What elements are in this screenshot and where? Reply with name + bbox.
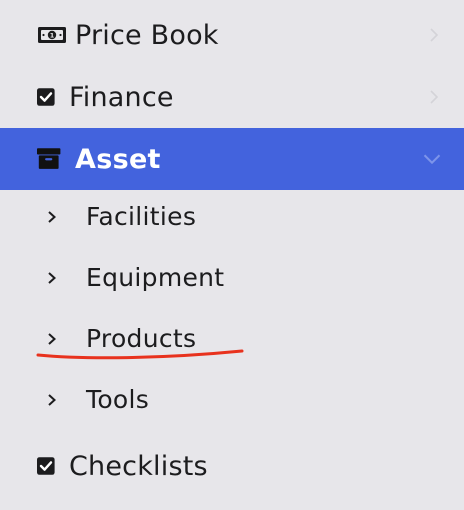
checkbox-icon: [37, 457, 55, 475]
submenu-item-facilities[interactable]: Facilities: [0, 186, 464, 247]
submenu-item-label: Equipment: [86, 263, 225, 292]
svg-text:1: 1: [50, 32, 55, 40]
menu-item-asset[interactable]: Asset: [0, 128, 464, 190]
submenu-item-tools[interactable]: Tools: [0, 369, 464, 430]
submenu-item-label: Products: [86, 324, 197, 353]
chevron-right-icon: [48, 271, 56, 284]
chevron-right-icon: [48, 393, 56, 406]
sidebar-menu: 1 Price Book Finance Asset Facilities Eq…: [0, 0, 464, 510]
menu-item-label: Checklists: [69, 450, 208, 482]
submenu-item-label: Facilities: [86, 202, 197, 231]
chevron-down-icon: [423, 154, 441, 165]
chevron-right-icon: [430, 90, 439, 104]
chevron-right-icon: [48, 210, 56, 223]
menu-item-label: Asset: [75, 143, 161, 175]
archive-box-icon: [37, 148, 61, 169]
menu-item-label: Finance: [69, 81, 174, 113]
chevron-right-icon: [430, 28, 439, 42]
menu-item-finance[interactable]: Finance: [0, 66, 464, 128]
menu-item-label: Price Book: [75, 19, 219, 51]
menu-item-price-book[interactable]: 1 Price Book: [0, 4, 464, 66]
money-bill-icon: 1: [38, 27, 66, 43]
submenu-item-label: Tools: [86, 385, 150, 414]
menu-item-checklists[interactable]: Checklists: [0, 435, 464, 497]
submenu-item-products[interactable]: Products: [0, 308, 464, 369]
checkbox-icon: [37, 88, 55, 106]
submenu-item-equipment[interactable]: Equipment: [0, 247, 464, 308]
chevron-right-icon: [48, 332, 56, 345]
